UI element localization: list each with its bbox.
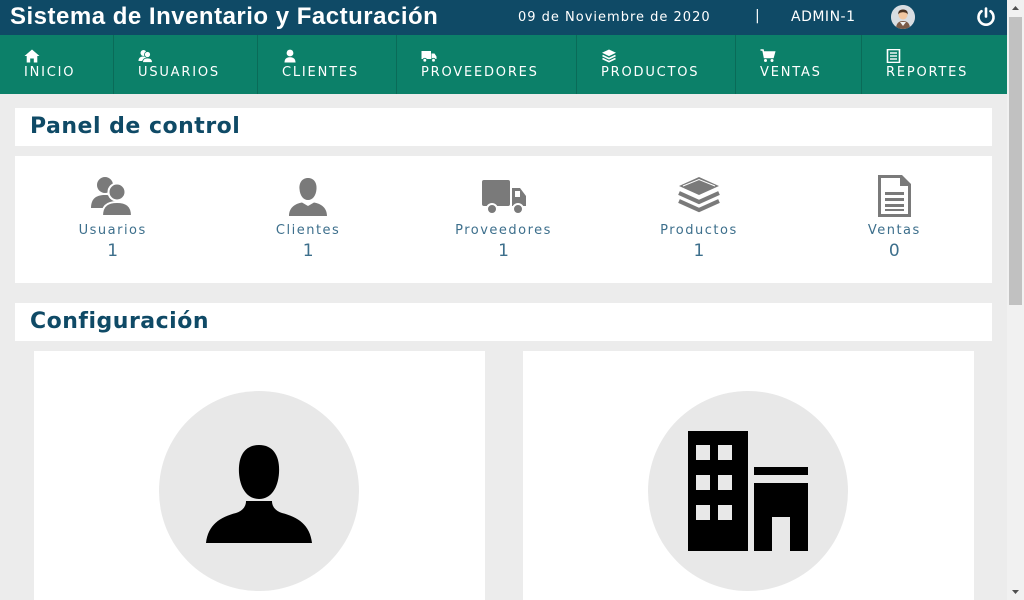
- nav-item-productos[interactable]: PRODUCTOS: [577, 35, 736, 94]
- stat-value: 1: [498, 241, 509, 261]
- document-icon: [878, 175, 912, 217]
- stat-value: 0: [888, 241, 900, 261]
- section-title: Configuración: [30, 309, 209, 334]
- stat-usuarios[interactable]: Usuarios 1: [15, 156, 210, 283]
- nav-item-reportes[interactable]: REPORTES: [862, 35, 1007, 94]
- stat-value: 1: [302, 241, 314, 261]
- stat-label: Proveedores: [455, 223, 552, 238]
- nav-label: PRODUCTOS: [601, 65, 700, 80]
- page-title: Panel de control: [30, 114, 241, 139]
- nav-item-clientes[interactable]: CLIENTES: [258, 35, 397, 94]
- user-icon: [284, 49, 296, 63]
- stat-value: 1: [693, 241, 705, 261]
- cart-icon: [760, 49, 776, 62]
- nav-item-usuarios[interactable]: USUARIOS: [114, 35, 258, 94]
- stat-label: Clientes: [275, 223, 341, 238]
- nav-label: PROVEEDORES: [421, 65, 539, 80]
- current-user[interactable]: ADMIN-1: [791, 9, 856, 25]
- truck-icon: [481, 180, 526, 215]
- config-card-company[interactable]: [523, 351, 974, 600]
- nav-item-ventas[interactable]: VENTAS: [736, 35, 862, 94]
- layers-icon: [678, 177, 720, 213]
- nav-label: CLIENTES: [282, 65, 359, 80]
- config-panel-header: Configuración: [15, 303, 992, 341]
- top-header: Sistema de Inventario y Facturación 09 d…: [0, 0, 1007, 35]
- scroll-down-icon[interactable]: [1007, 583, 1024, 600]
- user-icon: [289, 178, 328, 216]
- users-icon: [90, 177, 133, 217]
- vertical-scrollbar[interactable]: [1007, 0, 1024, 600]
- app-title: Sistema de Inventario y Facturación: [10, 3, 439, 30]
- nav-label: USUARIOS: [138, 65, 220, 80]
- nav-item-proveedores[interactable]: PROVEEDORES: [397, 35, 577, 94]
- nav-label: VENTAS: [760, 65, 822, 80]
- card-icon-circle: [159, 391, 359, 591]
- stat-label: Ventas: [867, 223, 921, 238]
- users-icon: [138, 50, 153, 63]
- card-icon-circle: [648, 391, 848, 591]
- nav-label: REPORTES: [886, 65, 969, 80]
- scroll-thumb[interactable]: [1009, 17, 1022, 305]
- report-icon: [886, 49, 901, 63]
- truck-icon: [421, 51, 437, 63]
- stat-label: Productos: [660, 223, 738, 238]
- stat-ventas[interactable]: Ventas 0: [797, 156, 992, 283]
- dashboard-stats: Usuarios 1 Clientes 1 Proveedores 1 Prod…: [15, 156, 992, 283]
- nav-item-inicio[interactable]: INICIO: [0, 35, 114, 94]
- stat-value: 1: [107, 241, 119, 261]
- stat-label: Usuarios: [78, 223, 147, 238]
- stat-proveedores[interactable]: Proveedores 1: [406, 156, 601, 283]
- scroll-up-icon[interactable]: [1007, 0, 1024, 17]
- user-profile-icon: [206, 445, 312, 543]
- header-separator: |: [755, 8, 760, 24]
- config-card-profile[interactable]: [34, 351, 485, 600]
- main-nav: INICIO USUARIOS CLIENTES PROVEEDORES PRO…: [0, 35, 1007, 94]
- home-icon: [24, 49, 40, 63]
- dashboard-panel-header: Panel de control: [15, 108, 992, 146]
- stat-clientes[interactable]: Clientes 1: [210, 156, 405, 283]
- current-date: 09 de Noviembre de 2020: [518, 10, 711, 25]
- nav-label: INICIO: [24, 65, 76, 80]
- stat-productos[interactable]: Productos 1: [601, 156, 796, 283]
- building-icon: [688, 431, 808, 551]
- power-icon[interactable]: [975, 6, 997, 28]
- user-avatar-icon[interactable]: [891, 5, 915, 29]
- layers-icon: [602, 49, 616, 63]
